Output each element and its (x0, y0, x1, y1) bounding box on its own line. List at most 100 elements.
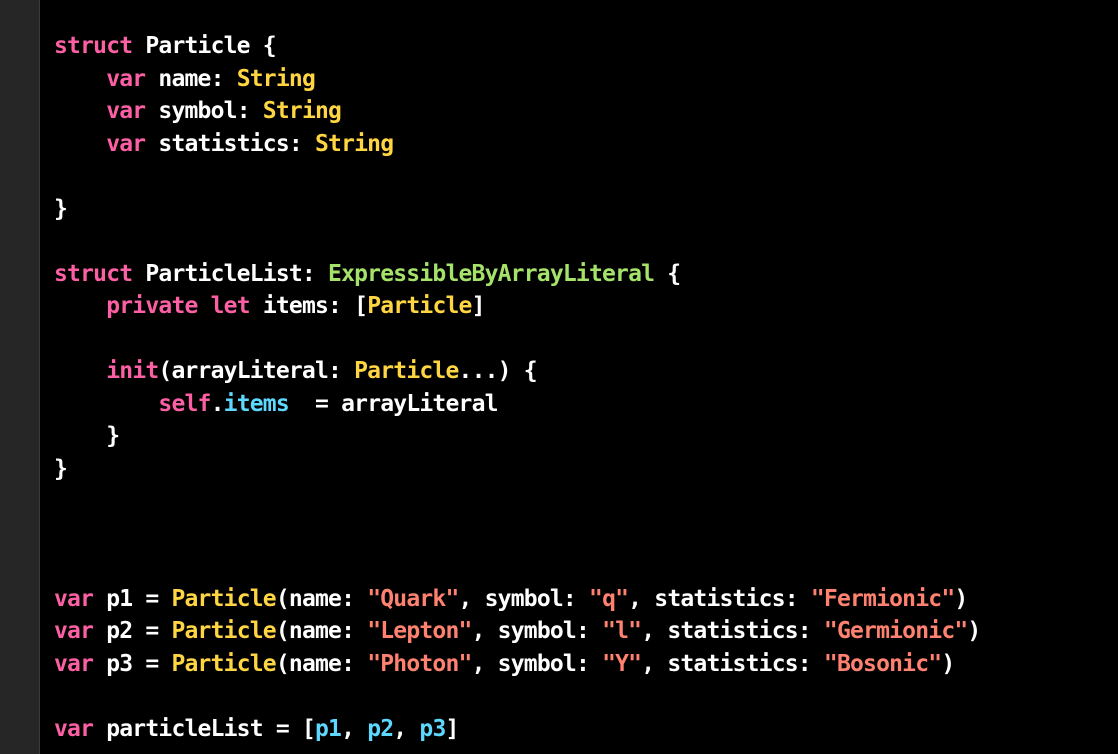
property-token: p1 (314, 715, 342, 742)
line-number-gutter (0, 0, 40, 754)
string-literal-token: "q" (589, 585, 629, 612)
keyword-token: var (106, 65, 146, 92)
plain-token: { (654, 260, 681, 287)
plain-token: items: [ (249, 293, 368, 319)
keyword-token: var (106, 98, 146, 124)
plain-token: p1 = (93, 585, 172, 612)
code-line[interactable]: var symbol: String (54, 95, 1118, 128)
code-line[interactable]: var particleList = [p1, p2, p3] (54, 713, 1118, 746)
property-token: p2 (367, 715, 394, 742)
plain-token: , symbol: (458, 585, 590, 612)
keyword-token: let (210, 293, 251, 319)
keyword-token: self (158, 390, 211, 417)
plain-token: (arrayLiteral: (158, 358, 355, 384)
property-token: items (223, 390, 290, 417)
string-literal-token: "Photon" (367, 650, 472, 677)
type-token: Particle (354, 358, 459, 384)
plain-token: symbol: (145, 98, 263, 124)
code-line[interactable] (54, 160, 1118, 193)
string-literal-token: "Lepton" (367, 618, 472, 644)
plain-token: ParticleList: (132, 260, 329, 287)
plain-token: p3 = (93, 650, 172, 677)
keyword-token: struct (54, 33, 133, 59)
plain-token: . (210, 390, 225, 417)
plain-token: ] (445, 715, 460, 742)
code-line[interactable] (54, 225, 1118, 258)
string-literal-token: "Germionic" (823, 618, 968, 644)
keyword-token: var (54, 618, 94, 644)
string-literal-token: "Fermionic" (810, 585, 955, 612)
source-code[interactable]: struct Particle { var name: String var s… (54, 30, 1118, 745)
code-line[interactable] (54, 550, 1118, 583)
protocol-token: ExpressibleByArrayLiteral (328, 260, 655, 287)
property-token: p3 (419, 715, 446, 742)
code-line[interactable]: private let items: [Particle] (54, 290, 1118, 323)
plain-token: = arrayLiteral (288, 390, 498, 417)
code-line[interactable]: init(arrayLiteral: Particle...) { (54, 355, 1118, 388)
code-line[interactable] (54, 323, 1118, 356)
type-token: String (236, 65, 316, 92)
plain-token: ] (471, 293, 486, 319)
plain-token: , statistics: (628, 585, 811, 612)
plain-token: , (341, 715, 368, 742)
string-literal-token: "l" (602, 618, 642, 644)
keyword-token: private (106, 293, 198, 319)
code-line[interactable]: var statistics: String (54, 128, 1118, 161)
plain-token: } (54, 455, 68, 482)
plain-token: ) (941, 650, 955, 677)
plain-token: } (54, 423, 120, 449)
plain-token: (name: (275, 650, 368, 677)
plain-token: , (393, 715, 420, 742)
plain-token: , symbol: (471, 618, 603, 644)
plain-token: (name: (275, 618, 368, 644)
code-line[interactable]: struct ParticleList: ExpressibleByArrayL… (54, 258, 1118, 291)
plain-token: Particle { (132, 33, 276, 59)
plain-token: } (54, 195, 68, 222)
plain-token: ) (967, 618, 981, 644)
code-line[interactable] (54, 680, 1118, 713)
plain-token: (name: (275, 585, 368, 612)
type-token: String (314, 130, 394, 157)
code-line[interactable]: } (54, 193, 1118, 226)
code-line[interactable] (54, 518, 1118, 551)
code-line[interactable] (54, 485, 1118, 518)
type-token: Particle (171, 618, 276, 644)
string-literal-token: "Y" (602, 650, 642, 677)
keyword-token: var (54, 715, 94, 742)
type-token: String (262, 98, 342, 124)
code-line[interactable]: var p2 = Particle(name: "Lepton", symbol… (54, 615, 1118, 648)
plain-token: statistics: (145, 130, 315, 157)
code-line[interactable]: var p3 = Particle(name: "Photon", symbol… (54, 648, 1118, 681)
code-line[interactable]: } (54, 420, 1118, 453)
keyword-token: init (106, 358, 159, 384)
plain-token: particleList = [ (93, 715, 316, 742)
code-line[interactable]: var p1 = Particle(name: "Quark", symbol:… (54, 583, 1118, 616)
keyword-token: var (106, 130, 146, 157)
plain-token: p2 = (93, 618, 172, 644)
type-token: Particle (367, 293, 472, 319)
code-editor[interactable]: struct Particle { var name: String var s… (54, 30, 1118, 754)
code-line[interactable]: self.items = arrayLiteral (54, 388, 1118, 421)
keyword-token: var (54, 650, 94, 677)
plain-token: , statistics: (641, 618, 824, 644)
plain-token: , symbol: (471, 650, 603, 677)
keyword-token: struct (54, 260, 133, 287)
keyword-token: var (54, 585, 94, 612)
code-line[interactable]: struct Particle { (54, 30, 1118, 63)
string-literal-token: "Bosonic" (823, 650, 942, 677)
plain-token: , statistics: (641, 650, 824, 677)
plain-token: ...) { (458, 358, 538, 384)
code-line[interactable]: } (54, 453, 1118, 486)
plain-token: name: (145, 65, 237, 92)
code-line[interactable]: var name: String (54, 63, 1118, 96)
type-token: Particle (171, 585, 276, 612)
type-token: Particle (171, 650, 276, 677)
plain-token: ) (954, 585, 968, 612)
